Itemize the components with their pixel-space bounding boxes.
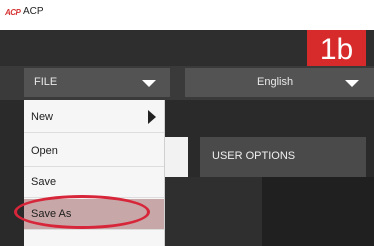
chevron-down-icon [142,80,156,87]
content-panel-right [262,177,374,246]
app-title: ACP [23,6,44,17]
save-as-highlight-ring [14,195,150,229]
tab-user-options-label: USER OPTIONS [212,150,296,162]
app-logo: ACP [5,8,21,17]
menu-item-save[interactable]: Save [24,167,164,198]
tab-user-options[interactable]: USER OPTIONS [200,137,366,177]
title-bar: ACP ACP [0,0,374,30]
language-dropdown[interactable]: English [185,68,374,97]
file-dropdown-label: FILE [34,76,58,88]
menu-item-new[interactable]: New [24,102,164,133]
menu-item-label: Open [31,145,58,157]
step-badge: 1b [307,30,366,70]
content-panel-left [150,177,262,246]
menu-item-label: Save [31,176,57,188]
language-dropdown-label: English [257,76,294,88]
chevron-down-icon [345,80,359,87]
chevron-right-icon [148,110,156,124]
menu-item-label: New [31,111,54,123]
menu-item-open[interactable]: Open [24,136,164,167]
file-dropdown[interactable]: FILE [24,68,170,97]
